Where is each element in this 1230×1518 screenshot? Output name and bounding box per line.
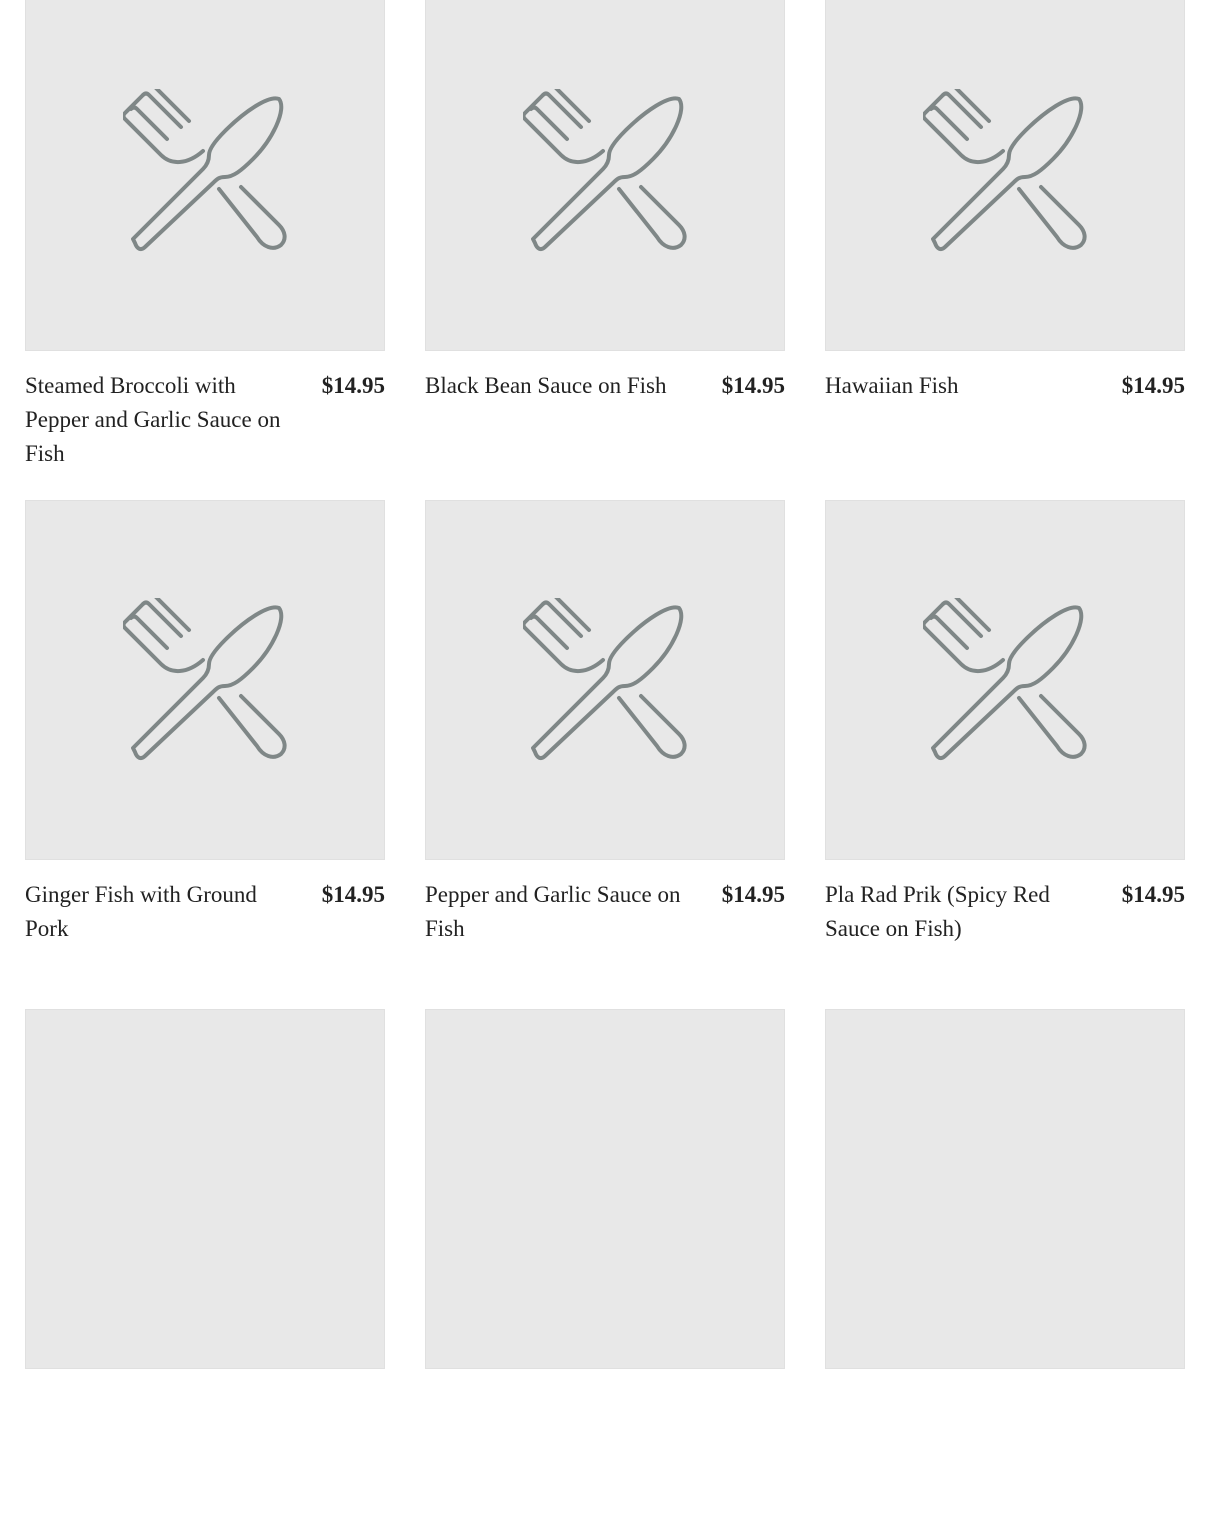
menu-item-card[interactable]: Pla Rad Prik (Spicy Red Sauce on Fish) $… — [825, 500, 1185, 1009]
menu-grid: Steamed Broccoli with Pepper and Garlic … — [25, 0, 1185, 1518]
menu-item-image-placeholder[interactable] — [425, 500, 785, 860]
menu-item-image-placeholder[interactable] — [825, 1009, 1185, 1369]
fork-knife-icon — [123, 598, 287, 761]
menu-item-card[interactable] — [425, 1009, 785, 1518]
menu-item-image-placeholder[interactable] — [425, 1009, 785, 1369]
menu-item-name[interactable]: Black Bean Sauce on Fish — [425, 369, 695, 403]
fork-knife-icon — [123, 89, 287, 252]
menu-item-card[interactable]: Ginger Fish with Ground Pork $14.95 — [25, 500, 385, 1009]
fork-knife-icon — [923, 598, 1087, 761]
menu-item-image-placeholder[interactable] — [25, 0, 385, 351]
menu-item-info: Hawaiian Fish $14.95 — [825, 369, 1185, 403]
menu-item-info: Ginger Fish with Ground Pork $14.95 — [25, 878, 385, 946]
menu-item-name[interactable]: Pla Rad Prik (Spicy Red Sauce on Fish) — [825, 878, 1095, 946]
menu-item-price: $14.95 — [721, 373, 785, 398]
menu-item-card[interactable]: Black Bean Sauce on Fish $14.95 — [425, 0, 785, 500]
menu-item-card[interactable]: Pepper and Garlic Sauce on Fish $14.95 — [425, 500, 785, 1009]
menu-item-image-placeholder[interactable] — [825, 0, 1185, 351]
menu-item-price: $14.95 — [1121, 882, 1185, 907]
menu-item-info: Steamed Broccoli with Pepper and Garlic … — [25, 369, 385, 471]
menu-item-price: $14.95 — [321, 373, 385, 398]
menu-item-info: Pepper and Garlic Sauce on Fish $14.95 — [425, 878, 785, 946]
menu-item-price: $14.95 — [1121, 373, 1185, 398]
menu-item-card[interactable] — [825, 1009, 1185, 1518]
menu-item-price: $14.95 — [321, 882, 385, 907]
fork-knife-icon — [923, 89, 1087, 252]
menu-item-card[interactable]: Steamed Broccoli with Pepper and Garlic … — [25, 0, 385, 500]
menu-item-card[interactable] — [25, 1009, 385, 1518]
menu-item-name[interactable]: Hawaiian Fish — [825, 369, 1095, 403]
menu-item-price: $14.95 — [721, 882, 785, 907]
menu-item-info: Black Bean Sauce on Fish $14.95 — [425, 369, 785, 403]
fork-knife-icon — [523, 89, 687, 252]
menu-item-image-placeholder[interactable] — [825, 500, 1185, 860]
menu-item-image-placeholder[interactable] — [25, 500, 385, 860]
menu-item-card[interactable]: Hawaiian Fish $14.95 — [825, 0, 1185, 500]
menu-item-name[interactable]: Pepper and Garlic Sauce on Fish — [425, 878, 695, 946]
fork-knife-icon — [523, 598, 687, 761]
menu-item-image-placeholder[interactable] — [25, 1009, 385, 1369]
menu-item-image-placeholder[interactable] — [425, 0, 785, 351]
menu-item-info: Pla Rad Prik (Spicy Red Sauce on Fish) $… — [825, 878, 1185, 946]
menu-item-name[interactable]: Ginger Fish with Ground Pork — [25, 878, 295, 946]
menu-item-name[interactable]: Steamed Broccoli with Pepper and Garlic … — [25, 369, 295, 471]
